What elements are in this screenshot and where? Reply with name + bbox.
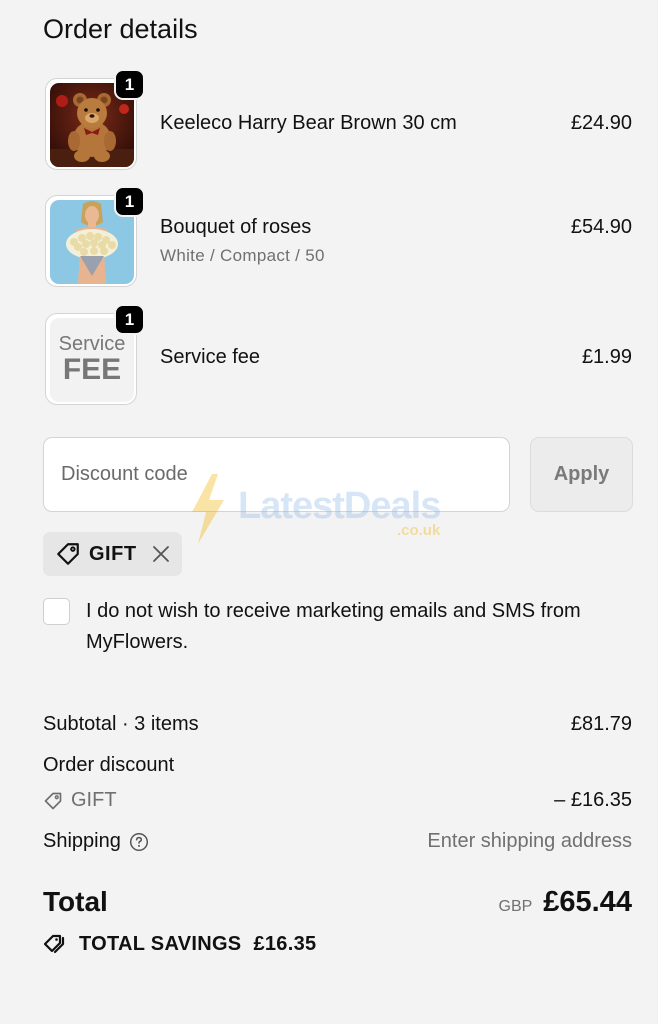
- item-name: Bouquet of roses: [160, 216, 312, 238]
- subtotal-label: Subtotal · 3 items: [43, 713, 199, 735]
- applied-code-label: GIFT: [89, 542, 137, 565]
- shipping-label: Shipping: [43, 830, 121, 852]
- item-price: £24.90: [570, 112, 632, 134]
- service-fee-bottom-text: FEE: [62, 353, 122, 386]
- item-price: £1.99: [581, 346, 632, 368]
- tag-icon: [44, 792, 62, 809]
- total-savings-row: TOTAL SAVINGS £16.35: [43, 932, 316, 956]
- total-savings-label: TOTAL SAVINGS: [79, 932, 242, 955]
- tag-icon: [57, 543, 79, 565]
- marketing-opt-out-label: I do not wish to receive marketing email…: [86, 600, 581, 653]
- item-name: Service fee: [160, 346, 261, 368]
- shipping-value: Enter shipping address: [427, 830, 632, 852]
- total-currency: GBP: [498, 898, 533, 915]
- discount-code-row: GIFT: [43, 789, 117, 812]
- order-discount-label: Order discount: [43, 754, 175, 776]
- service-fee-top-text: Service: [58, 333, 126, 355]
- shipping-row: Shipping: [43, 830, 149, 853]
- quantity-badge: 1: [114, 69, 145, 100]
- lightning-bolt-icon: [192, 474, 224, 544]
- discount-code-text: GIFT: [71, 789, 117, 811]
- quantity-badge: 1: [114, 304, 145, 335]
- total-label: Total: [43, 886, 108, 917]
- applied-discount-tag: GIFT: [43, 532, 182, 576]
- page-title: Order details: [43, 14, 198, 44]
- total-value: £65.44: [543, 886, 632, 918]
- watermark-text: LatestDeals: [238, 485, 441, 527]
- marketing-opt-out-checkbox[interactable]: [43, 598, 70, 625]
- total-savings-value: £16.35: [253, 932, 317, 955]
- item-price: £54.90: [570, 216, 632, 238]
- remove-code-close-icon[interactable]: [151, 544, 171, 564]
- item-name: Keeleco Harry Bear Brown 30 cm: [160, 112, 457, 134]
- total-amount: GBP £65.44: [499, 886, 633, 919]
- item-variant: White / Compact / 50: [160, 246, 325, 265]
- savings-tags-icon: [43, 934, 65, 954]
- discount-value: – £16.35: [554, 789, 632, 811]
- quantity-badge: 1: [114, 186, 145, 217]
- apply-discount-button[interactable]: Apply: [530, 437, 633, 512]
- subtotal-value: £81.79: [570, 713, 632, 735]
- help-circle-icon[interactable]: [129, 832, 149, 852]
- watermark-logo: LatestDeals .co.uk: [188, 474, 441, 544]
